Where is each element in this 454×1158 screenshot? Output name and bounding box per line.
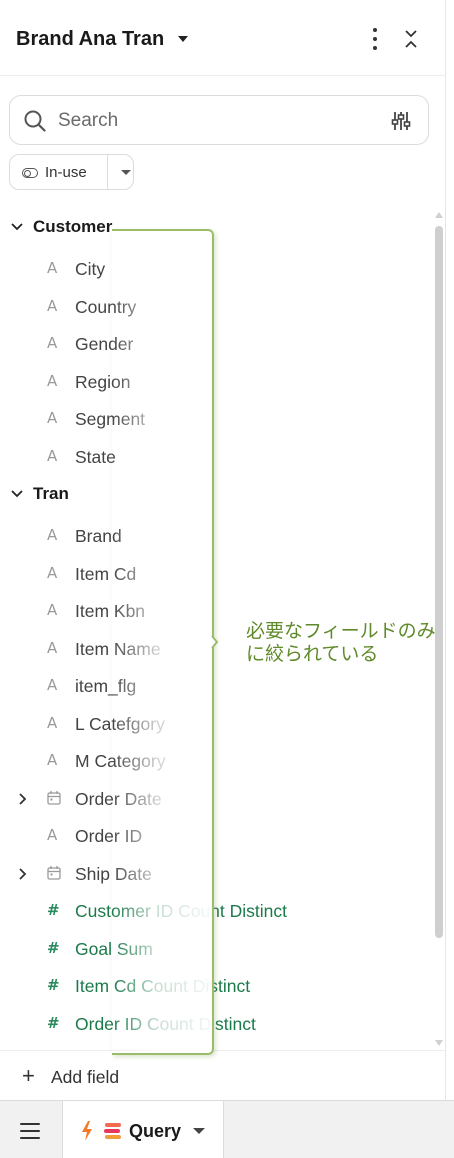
text-type-icon: A — [47, 297, 58, 315]
field-item[interactable]: A Item Cd — [0, 560, 430, 588]
text-type-icon: A — [47, 334, 58, 352]
group-header-customer[interactable]: Customer — [10, 216, 112, 238]
text-type-icon: A — [47, 526, 58, 544]
divider — [107, 155, 108, 189]
annotation-line-1: 必要なフィールドのみ — [246, 620, 436, 642]
field-panel: Brand Ana Tran In-use — [0, 0, 446, 1158]
annotation-line-2: に絞られている — [246, 643, 379, 665]
chevron-down-icon[interactable] — [10, 487, 24, 501]
field-item[interactable]: A Brand — [0, 522, 430, 550]
field-item[interactable]: A Country — [0, 293, 430, 321]
search-box — [9, 95, 429, 145]
annotation-text: 必要なフィールドのみ に絞られている — [246, 620, 446, 666]
scrollbar-thumb[interactable] — [435, 226, 443, 938]
scroll-down-arrow[interactable] — [435, 1040, 443, 1046]
chevron-down-icon[interactable] — [10, 220, 24, 234]
number-type-icon: # — [47, 939, 60, 957]
number-type-icon: # — [47, 901, 60, 919]
caret-down-icon[interactable] — [193, 1128, 205, 1134]
text-type-icon: A — [47, 259, 58, 277]
hamburger-icon[interactable] — [20, 1123, 40, 1139]
field-label: City — [75, 259, 106, 279]
bottom-bar: Query — [0, 1100, 454, 1158]
search-input[interactable] — [58, 108, 378, 134]
field-item-measure[interactable]: # Goal Sum — [0, 935, 430, 963]
add-field-button[interactable]: + Add field — [0, 1050, 446, 1100]
number-type-icon: # — [47, 1014, 60, 1032]
in-use-filter[interactable]: In-use — [9, 154, 134, 190]
filter-sliders-icon[interactable] — [390, 110, 412, 132]
group-label: Tran — [33, 484, 69, 503]
field-item[interactable]: A Gender — [0, 330, 430, 358]
annotation-pointer — [211, 636, 219, 648]
in-use-label: In-use — [45, 164, 87, 181]
field-item[interactable]: A State — [0, 443, 430, 471]
field-label: State — [75, 447, 116, 467]
plus-icon: + — [22, 1063, 35, 1088]
field-item-date[interactable]: Ship Date — [0, 860, 430, 888]
chevron-right-icon[interactable] — [17, 792, 29, 806]
field-item[interactable]: A Segment — [0, 405, 430, 433]
field-item[interactable]: A Region — [0, 368, 430, 396]
collapse-icon[interactable] — [401, 28, 421, 50]
group-label: Customer — [33, 217, 113, 236]
stack-icon — [104, 1123, 121, 1139]
text-type-icon: A — [47, 564, 58, 582]
bolt-icon — [82, 1121, 92, 1141]
caret-down-icon[interactable] — [178, 36, 188, 42]
field-item-measure[interactable]: # Order ID Count Distinct — [0, 1010, 430, 1038]
text-type-icon: A — [47, 639, 58, 657]
text-type-icon: A — [47, 372, 58, 390]
tab-label: Query — [129, 1121, 182, 1141]
field-item[interactable]: A item_flg — [0, 672, 430, 700]
caret-down-icon[interactable] — [121, 170, 131, 175]
text-type-icon: A — [47, 751, 58, 769]
panel-header: Brand Ana Tran — [0, 0, 446, 76]
scroll-up-arrow[interactable] — [435, 212, 443, 218]
search-icon — [24, 110, 46, 132]
field-item[interactable]: A L Catefgory — [0, 710, 430, 738]
number-type-icon: # — [47, 976, 60, 994]
field-item[interactable]: A M Category — [0, 747, 430, 775]
more-vert-icon[interactable] — [366, 28, 384, 50]
field-item-measure[interactable]: # Item Cd Count Distinct — [0, 972, 430, 1000]
text-type-icon: A — [47, 601, 58, 619]
field-item-measure[interactable]: # Customer ID Count Distinct — [0, 897, 430, 925]
chevron-right-icon[interactable] — [17, 867, 29, 881]
text-type-icon: A — [47, 676, 58, 694]
tab-query[interactable]: Query — [62, 1101, 224, 1158]
calendar-icon — [47, 866, 61, 880]
group-header-tran[interactable]: Tran — [10, 483, 69, 505]
data-source-title[interactable]: Brand Ana Tran — [16, 28, 164, 51]
annotation-bracket — [112, 229, 214, 1055]
text-type-icon: A — [47, 409, 58, 427]
field-item[interactable]: A Order ID — [0, 822, 430, 850]
calendar-icon — [47, 791, 61, 805]
text-type-icon: A — [47, 826, 58, 844]
text-type-icon: A — [47, 447, 58, 465]
add-field-label: Add field — [51, 1067, 120, 1087]
field-item-date[interactable]: Order Date — [0, 785, 430, 813]
text-type-icon: A — [47, 714, 58, 732]
field-item[interactable]: A City — [0, 255, 430, 283]
toggle-icon[interactable] — [22, 168, 38, 178]
